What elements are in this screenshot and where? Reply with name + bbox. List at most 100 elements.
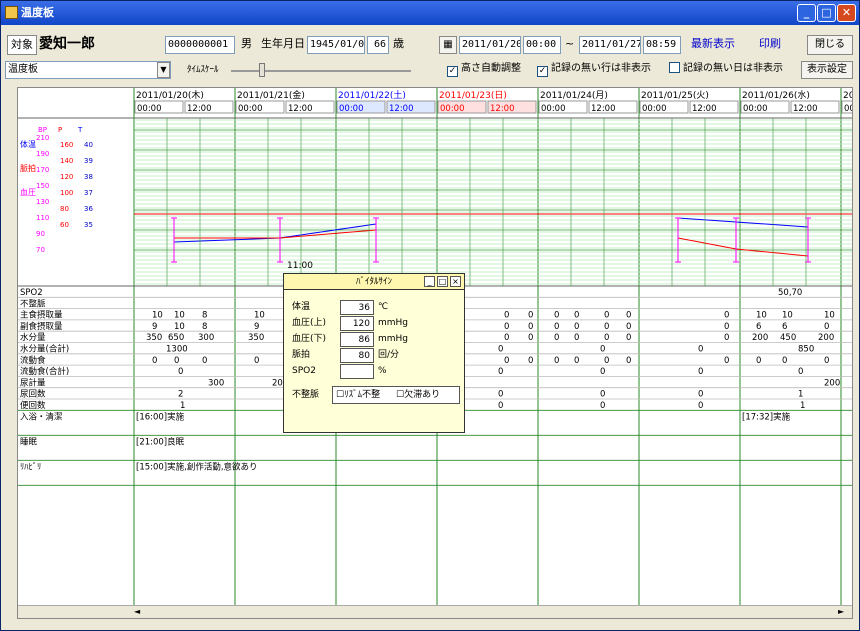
bp-tick: 170 bbox=[36, 166, 49, 174]
table-cell: 0 bbox=[626, 333, 631, 343]
table-cell: 9 bbox=[254, 322, 259, 332]
table-cell: 0 bbox=[498, 367, 503, 377]
horizontal-scrollbar[interactable]: ◄ ► bbox=[18, 605, 852, 618]
table-cell: 0 bbox=[504, 322, 509, 332]
temp-tick: 39 bbox=[84, 157, 93, 165]
table-cell: 0 bbox=[626, 356, 631, 366]
table-cell: 10 bbox=[174, 322, 185, 332]
row-label: 水分量 bbox=[20, 332, 46, 343]
table-cell: 1 bbox=[798, 390, 803, 400]
from-time-field[interactable]: 00:00 bbox=[523, 36, 561, 54]
popup-minimize-button[interactable]: _ bbox=[424, 276, 435, 287]
scroll-right-icon[interactable]: ► bbox=[838, 607, 844, 616]
time-header: 12:00 bbox=[187, 104, 212, 114]
time-header: 00:00 bbox=[238, 104, 263, 114]
time-header: 00:00 bbox=[137, 104, 162, 114]
popup-field-label: 脈拍 bbox=[292, 350, 311, 360]
vital-sign-popup[interactable]: ﾊﾞｲﾀﾙｻｲﾝ _ □ × 体温 36 ℃ 血圧(上) 120 mmHg 血圧(下) 86 m… bbox=[283, 273, 465, 433]
window-title: 温度板 bbox=[21, 6, 54, 19]
calendar-icon[interactable]: ▦ bbox=[439, 36, 457, 54]
temp-tick: 37 bbox=[84, 189, 93, 197]
table-cell: 0 bbox=[782, 356, 787, 366]
table-cell: 0 bbox=[698, 345, 703, 355]
birth-date-field[interactable]: 1945/01/01 bbox=[307, 36, 365, 54]
popup-field-input[interactable]: 120 bbox=[340, 316, 374, 331]
from-date-field[interactable]: 2011/01/20 bbox=[459, 36, 521, 54]
table-cell: 0 bbox=[724, 333, 729, 343]
table-cell: 0 bbox=[152, 356, 157, 366]
pulse-tick: 120 bbox=[60, 173, 73, 181]
table-cell: 0 bbox=[574, 311, 579, 321]
table-cell: 0 bbox=[498, 345, 503, 355]
time-scale-slider[interactable] bbox=[259, 63, 265, 77]
row-label: 便回数 bbox=[20, 400, 46, 411]
table-cell: 0 bbox=[574, 333, 579, 343]
popup-field-label: 体温 bbox=[292, 302, 311, 312]
table-cell: 20 bbox=[272, 378, 283, 388]
time-scale-label: ﾀｲﾑｽｹｰﾙ bbox=[187, 65, 219, 75]
refresh-link[interactable]: 最新表示 bbox=[691, 35, 735, 53]
row-label: 流動食(合計) bbox=[20, 366, 69, 377]
temp-tick: 40 bbox=[84, 141, 93, 149]
scroll-left-icon[interactable]: ◄ bbox=[134, 607, 140, 616]
row-label: 尿回数 bbox=[20, 389, 46, 400]
popup-field-input[interactable] bbox=[340, 364, 374, 379]
popup-maximize-button[interactable]: □ bbox=[437, 276, 448, 287]
table-cell: 0 bbox=[202, 356, 207, 366]
age-field[interactable]: 66 bbox=[367, 36, 389, 54]
popup-field-input[interactable]: 36 bbox=[340, 300, 374, 315]
row-label: 尿計量 bbox=[20, 377, 46, 388]
rhythm-irregular-checkbox[interactable]: ☐ﾘｽﾞﾑ不整 bbox=[336, 388, 380, 402]
auto-height-checkbox[interactable]: ✓ 高さ自動調整 bbox=[447, 61, 521, 77]
display-settings-button[interactable]: 表示設定 bbox=[801, 61, 853, 79]
close-button[interactable]: 閉じる bbox=[807, 35, 853, 55]
table-cell: 0 bbox=[824, 322, 829, 332]
minimize-button[interactable]: _ bbox=[797, 4, 816, 22]
table-cell: 0 bbox=[626, 311, 631, 321]
maximize-button[interactable]: □ bbox=[817, 4, 836, 22]
hide-empty-days-checkbox[interactable]: 記録の無い日は非表示 bbox=[669, 61, 783, 77]
row-label: 流動食 bbox=[20, 355, 46, 366]
arrhythmia-label: 不整脈 bbox=[292, 390, 320, 400]
to-date-field[interactable]: 2011/01/27 bbox=[579, 36, 641, 54]
table-cell: 0 bbox=[504, 311, 509, 321]
birth-label: 生年月日 bbox=[261, 37, 305, 50]
table-cell: 0 bbox=[254, 356, 259, 366]
table-cell: 200 bbox=[824, 378, 840, 388]
chevron-down-icon[interactable]: ▼ bbox=[157, 62, 170, 78]
time-scale-track bbox=[231, 70, 411, 72]
time-header: 12:00 bbox=[793, 104, 818, 114]
table-cell: 0 bbox=[604, 322, 609, 332]
table-cell: 10 bbox=[174, 311, 185, 321]
date-header: 2011/01/25(火) bbox=[641, 90, 709, 101]
row-label: 水分量(合計) bbox=[20, 344, 69, 355]
print-link[interactable]: 印刷 bbox=[759, 35, 781, 53]
missed-beat-checkbox[interactable]: ☐欠滞あり bbox=[396, 388, 440, 402]
time-header: 00:00 bbox=[743, 104, 768, 114]
popup-field-unit: mmHg bbox=[378, 318, 409, 328]
time-header: 00:00 bbox=[642, 104, 667, 114]
time-header: 12:00 bbox=[490, 104, 515, 114]
range-separator: ~ bbox=[565, 37, 575, 50]
hide-empty-rows-checkbox[interactable]: ✓ 記録の無い行は非表示 bbox=[537, 61, 651, 77]
row-label: ﾘﾊﾋﾞﾘ bbox=[20, 462, 41, 472]
to-time-field[interactable]: 08:59 bbox=[643, 36, 681, 54]
age-unit: 歳 bbox=[393, 37, 404, 50]
popup-field-input[interactable]: 80 bbox=[340, 348, 374, 363]
table-cell: 0 bbox=[574, 322, 579, 332]
table-cell: 0 bbox=[504, 356, 509, 366]
table-cell: 6 bbox=[782, 322, 787, 332]
time-header: 00:00 bbox=[440, 104, 465, 114]
view-select[interactable]: 温度板 bbox=[5, 61, 171, 79]
table-cell: 200 bbox=[818, 333, 834, 343]
table-cell: 0 bbox=[528, 333, 533, 343]
table-cell: 300 bbox=[208, 378, 224, 388]
popup-field-label: 血圧(上) bbox=[292, 318, 327, 328]
close-window-button[interactable]: ✕ bbox=[837, 4, 856, 22]
patient-id-field[interactable]: 0000000001 bbox=[165, 36, 235, 54]
pulse-tick: 60 bbox=[60, 221, 69, 229]
popup-close-button[interactable]: × bbox=[450, 276, 461, 287]
popup-field-input[interactable]: 86 bbox=[340, 332, 374, 347]
bp-tick: 130 bbox=[36, 198, 49, 206]
row-label: SPO2 bbox=[20, 288, 43, 298]
